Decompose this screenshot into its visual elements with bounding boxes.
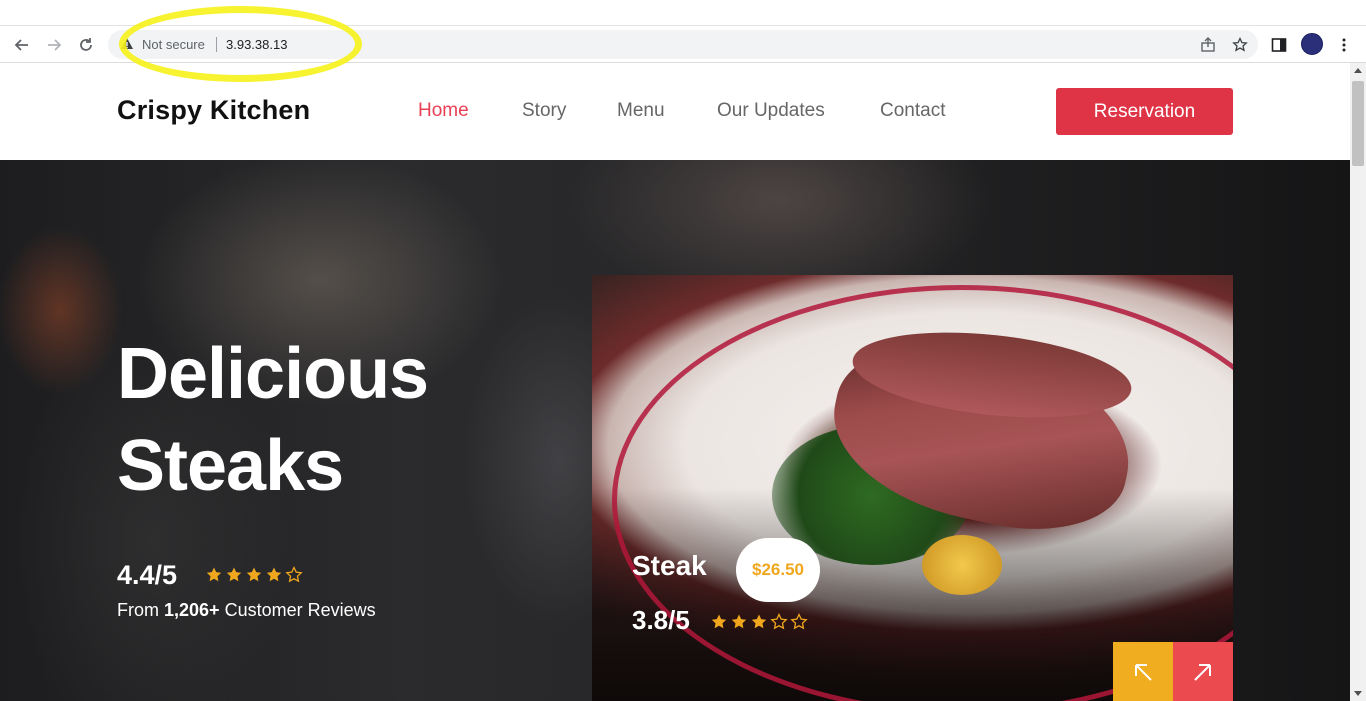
hero-title-line-1: Delicious — [117, 334, 429, 414]
reload-icon[interactable] — [73, 33, 99, 57]
brand-logo[interactable]: Crispy Kitchen — [117, 95, 310, 126]
profile-avatar[interactable] — [1301, 33, 1323, 55]
arrow-up-right-icon — [1194, 663, 1211, 681]
featured-dish-card: Steak $26.50 3.8/5 — [592, 275, 1233, 701]
arrow-up-left-icon — [1135, 663, 1152, 681]
star-empty-icon — [770, 613, 788, 630]
nav-story[interactable]: Story — [522, 100, 566, 122]
nav-home[interactable]: Home — [418, 100, 469, 122]
star-filled-icon — [731, 614, 747, 629]
back-arrow-icon[interactable] — [9, 33, 35, 57]
star-filled-icon — [711, 614, 727, 629]
carousel-next-button[interactable] — [1173, 642, 1233, 701]
scroll-down-icon[interactable] — [1354, 691, 1362, 696]
forward-arrow-icon[interactable] — [41, 33, 67, 57]
star-empty-icon — [285, 566, 303, 583]
hero-title: Delicious Steaks — [117, 328, 577, 512]
dish-image-potato — [922, 535, 1002, 595]
dish-rating: 3.8/5 — [632, 605, 690, 635]
star-filled-icon — [246, 567, 262, 582]
star-empty-icon — [790, 613, 808, 630]
nav-our-updates[interactable]: Our Updates — [717, 100, 825, 122]
hero-reviews: From 1,206+ Customer Reviews — [117, 600, 376, 621]
reviews-prefix: From — [117, 600, 159, 620]
bookmark-star-icon[interactable] — [1232, 37, 1248, 53]
dish-rating-stars — [710, 613, 808, 631]
star-filled-icon — [226, 567, 242, 582]
star-filled-icon — [266, 567, 282, 582]
dish-name: Steak — [632, 550, 707, 581]
side-panel-icon[interactable] — [1270, 36, 1288, 54]
carousel-prev-button[interactable] — [1113, 642, 1173, 701]
hero-title-line-2: Steaks — [117, 426, 344, 506]
hero-section: Delicious Steaks 4.4/5 From 1,206+ Custo… — [0, 160, 1350, 701]
share-icon[interactable] — [1200, 37, 1216, 53]
page-scrollbar[interactable] — [1350, 63, 1366, 701]
more-menu-icon[interactable] — [1335, 36, 1353, 54]
highlight-annotation — [119, 6, 362, 82]
reviews-count: 1,206+ — [164, 600, 220, 620]
scroll-up-icon[interactable] — [1354, 68, 1362, 73]
nav-menu[interactable]: Menu — [617, 100, 665, 122]
star-filled-icon — [206, 567, 222, 582]
reservation-button[interactable]: Reservation — [1056, 88, 1233, 135]
price-badge: $26.50 — [736, 538, 820, 602]
hero-rating: 4.4/5 — [117, 560, 178, 590]
reviews-suffix: Customer Reviews — [224, 600, 376, 620]
star-filled-icon — [751, 614, 767, 629]
hero-rating-stars — [205, 566, 303, 584]
scroll-thumb[interactable] — [1352, 81, 1364, 166]
nav-contact[interactable]: Contact — [880, 100, 945, 122]
